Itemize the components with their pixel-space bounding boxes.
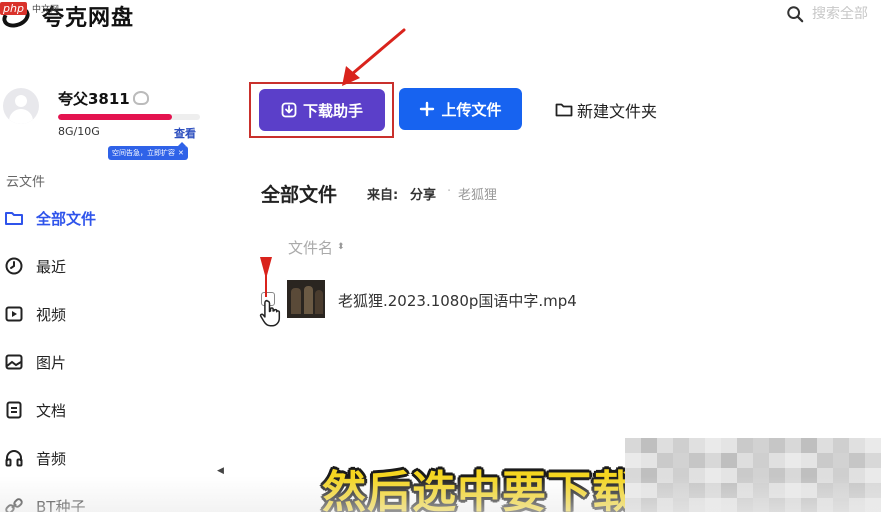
search-icon [787, 6, 804, 23]
avatar[interactable] [3, 88, 39, 124]
upload-file-label: 上传文件 [441, 100, 502, 119]
collapse-sidebar-button[interactable]: ◀ [217, 466, 224, 476]
clock-icon [5, 257, 23, 275]
headphones-icon [5, 450, 23, 467]
view-storage-link[interactable]: 查看 [174, 125, 196, 141]
hand-cursor-icon [259, 299, 281, 327]
upload-file-button[interactable]: 上传文件 [399, 88, 522, 130]
username: 夸父3811 [58, 90, 130, 108]
download-assistant-button[interactable]: 下载助手 [259, 89, 385, 131]
breadcrumb-share[interactable]: 分享 [410, 184, 436, 203]
close-icon[interactable]: ✕ [178, 149, 184, 157]
download-assistant-label: 下载助手 [302, 101, 363, 120]
vip-badge-icon [133, 91, 149, 105]
cloud-files-section-title: 云文件 [6, 175, 46, 190]
plus-icon [420, 101, 435, 117]
folder-icon [555, 103, 573, 117]
sidebar-item-video[interactable]: 视频 [4, 302, 66, 326]
new-folder-label: 新建文件夹 [577, 102, 658, 121]
file-name[interactable]: 老狐狸.2023.1080p国语中字.mp4 [338, 290, 577, 311]
video-icon [5, 306, 23, 322]
search-box[interactable] [786, 5, 881, 23]
annotation-arrow-checkbox [260, 257, 272, 297]
breadcrumb-separator: · [447, 184, 452, 199]
pixelated-mosaic-overlay [625, 438, 881, 512]
sidebar-item-label: 最近 [36, 257, 67, 276]
php-watermark: php [0, 2, 27, 15]
sidebar-item-label: 视频 [36, 305, 67, 324]
sort-icon[interactable]: ⬍ [337, 243, 345, 252]
breadcrumb-from-label: 来自: [367, 188, 399, 203]
sidebar-item-recent[interactable]: 最近 [4, 254, 66, 278]
new-folder-button[interactable]: 新建文件夹 [555, 98, 657, 122]
storage-quota-bar [58, 114, 200, 120]
link-icon [5, 498, 23, 512]
sidebar-item-documents[interactable]: 文档 [4, 398, 66, 422]
sidebar-item-images[interactable]: 图片 [4, 350, 66, 374]
sidebar-item-audio[interactable]: 音频 [4, 446, 66, 470]
breadcrumb-all-files[interactable]: 全部文件 [261, 180, 337, 207]
column-header-label: 文件名 [288, 239, 334, 257]
sidebar-item-label: 图片 [36, 353, 67, 372]
folder-icon [5, 212, 23, 225]
app-logo[interactable]: php 中文网 夸克网盘 [0, 0, 134, 32]
document-icon [6, 401, 22, 419]
image-icon [5, 354, 23, 370]
sidebar-item-bt-torrent[interactable]: BT种子 [4, 494, 85, 512]
site-watermark: 中文网 [32, 5, 60, 15]
sidebar-item-label: 文档 [36, 401, 67, 420]
sidebar-item-label: BT种子 [36, 497, 86, 512]
annotation-arrow-download [342, 28, 406, 86]
sidebar-item-label: 全部文件 [36, 209, 97, 228]
breadcrumb-current-folder[interactable]: 老狐狸 [458, 184, 497, 203]
search-input[interactable] [812, 6, 881, 22]
download-icon [281, 102, 297, 118]
storage-warning-text: 空间告急，立即扩容 [112, 149, 175, 157]
video-subtitle: 然后选中要下载 [322, 467, 637, 512]
storage-warning-tooltip[interactable]: 空间告急，立即扩容 ✕ [108, 142, 188, 160]
column-header-filename[interactable]: 文件名 ⬍ [288, 237, 345, 258]
sidebar-item-label: 音频 [36, 449, 67, 468]
video-thumbnail[interactable] [287, 280, 325, 318]
sidebar-item-all-files[interactable]: 全部文件 [4, 206, 96, 230]
storage-quota-text: 8G/10G [58, 125, 100, 138]
